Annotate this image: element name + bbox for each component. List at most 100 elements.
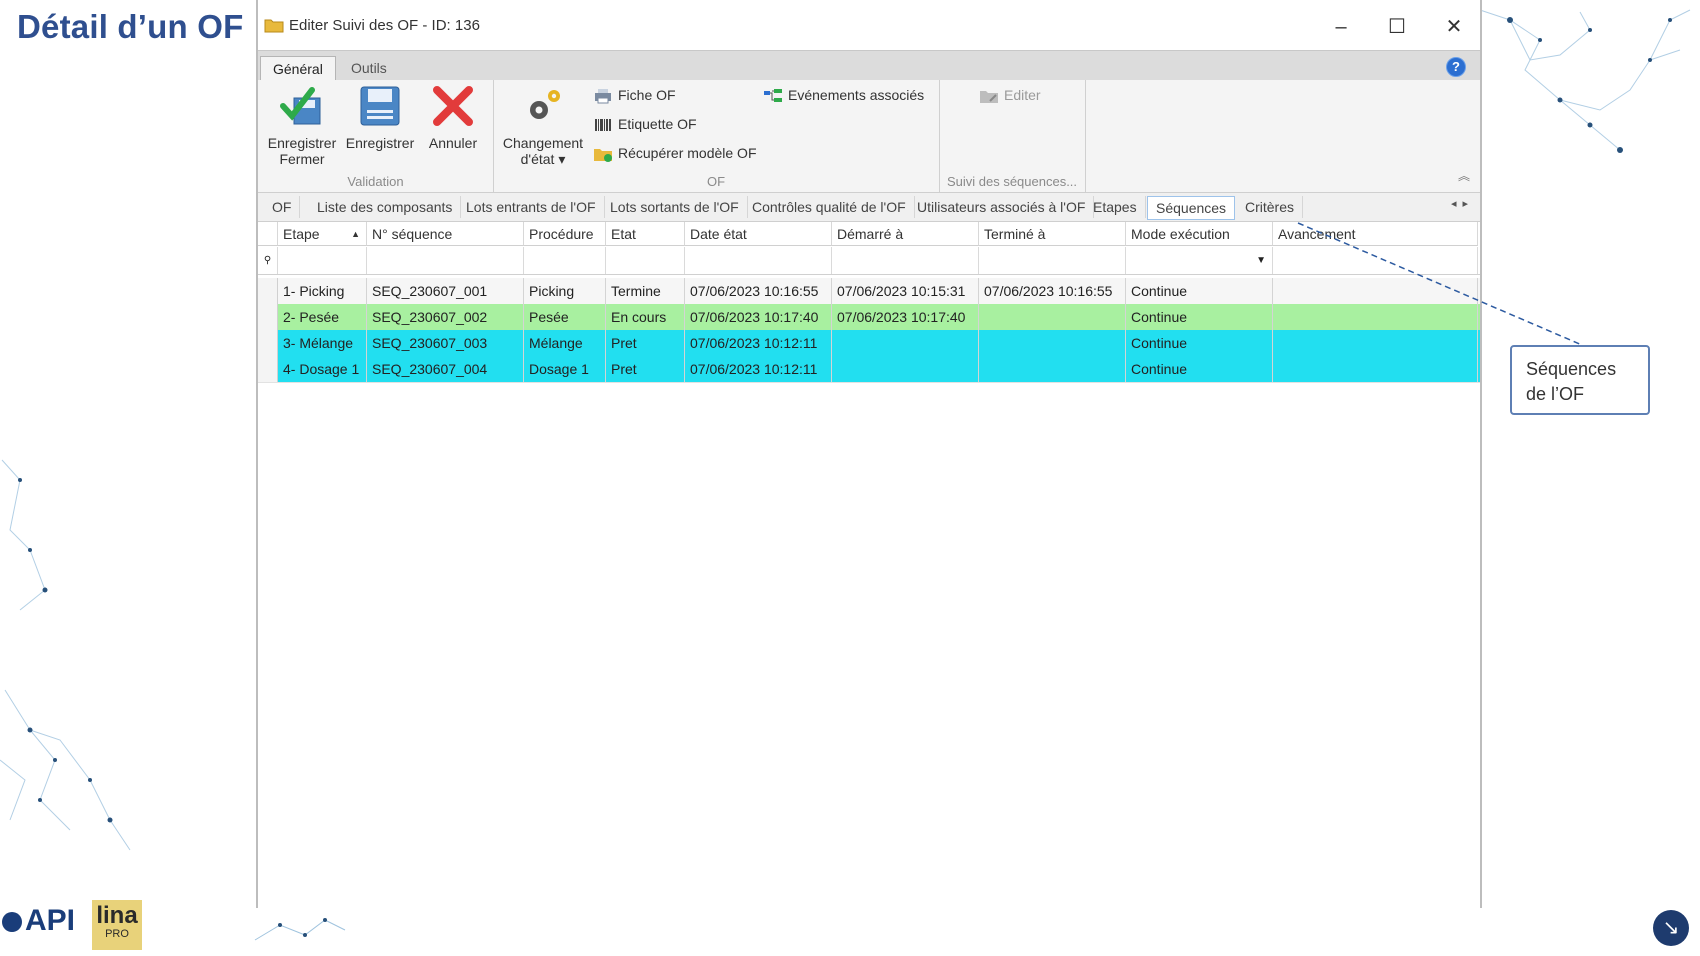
row-indicator[interactable] <box>258 356 278 382</box>
tab-of[interactable]: OF <box>264 196 301 218</box>
fiche-of-button[interactable]: Fiche OF <box>593 84 676 106</box>
recuperer-modele-button[interactable]: Récupérer modèle OF <box>593 142 757 164</box>
collapse-ribbon-icon[interactable]: ︽ <box>1458 167 1470 184</box>
tab-etapes[interactable]: Etapes <box>1085 196 1146 218</box>
cell-etat[interactable]: Termine <box>606 278 685 304</box>
cell-date-etat[interactable]: 07/06/2023 10:12:11 <box>685 330 832 356</box>
cell-etat[interactable]: Pret <box>606 356 685 382</box>
column-header-mode[interactable]: Mode exécution <box>1126 222 1273 246</box>
column-header-date-etat[interactable]: Date état <box>685 222 832 246</box>
filter-date-etat[interactable] <box>685 247 832 274</box>
cell-procedure[interactable]: Pesée <box>524 304 606 330</box>
sort-ascending-icon: ▲ <box>351 229 360 239</box>
filter-termine[interactable] <box>979 247 1126 274</box>
corner-arrow-button[interactable]: ↘ <box>1653 910 1689 946</box>
column-header-sequence[interactable]: N° séquence <box>367 222 524 246</box>
save-close-label-2: Fermer <box>279 151 325 167</box>
editer-button[interactable]: Editer <box>979 84 1041 106</box>
ribbon-tab-outils[interactable]: Outils <box>339 56 399 81</box>
filter-procedure[interactable] <box>524 247 606 274</box>
red-cross-icon <box>433 86 473 126</box>
tab-controles-qualite[interactable]: Contrôles qualité de l'OF <box>744 196 915 218</box>
cell-etape[interactable]: 4- Dosage 1 <box>278 356 367 382</box>
cell-sequence[interactable]: SEQ_230607_002 <box>367 304 524 330</box>
cell-date-etat[interactable]: 07/06/2023 10:12:11 <box>685 356 832 382</box>
etiquette-of-button[interactable]: Etiquette OF <box>593 113 697 135</box>
cell-mode[interactable]: Continue <box>1126 356 1273 382</box>
tab-lots-sortants[interactable]: Lots sortants de l'OF <box>602 196 748 218</box>
column-header-procedure[interactable]: Procédure <box>524 222 606 246</box>
grid-row-indicator-header <box>258 222 278 246</box>
save-close-label-1: Enregistrer <box>267 135 337 151</box>
cell-termine[interactable] <box>979 356 1126 382</box>
cell-demarre[interactable]: 07/06/2023 10:17:40 <box>832 304 979 330</box>
filter-etape[interactable] <box>278 247 367 274</box>
minimize-button[interactable]: – <box>1321 10 1361 44</box>
tab-utilisateurs-associes[interactable]: Utilisateurs associés à l'OF <box>909 196 1095 218</box>
recuperer-modele-label: Récupérer modèle OF <box>618 145 757 161</box>
filter-sequence[interactable] <box>367 247 524 274</box>
column-header-demarre[interactable]: Démarré à <box>832 222 979 246</box>
cell-termine[interactable] <box>979 304 1126 330</box>
cell-etape[interactable]: 1- Picking <box>278 278 367 304</box>
decorative-network-bottom <box>254 918 346 941</box>
tab-liste-composants[interactable]: Liste des composants <box>309 196 462 218</box>
cell-etape[interactable]: 3- Mélange <box>278 330 367 356</box>
cell-sequence[interactable]: SEQ_230607_004 <box>367 356 524 382</box>
ribbon-group-of: Changement d'état ▾ Fiche OF Etiquette O… <box>493 80 940 192</box>
cell-avancement[interactable] <box>1273 356 1478 382</box>
cell-termine[interactable]: 07/06/2023 10:16:55 <box>979 278 1126 304</box>
cell-sequence[interactable]: SEQ_230607_001 <box>367 278 524 304</box>
tab-scroll-arrows[interactable]: ◂▸ <box>1451 197 1474 210</box>
tab-lots-entrants[interactable]: Lots entrants de l'OF <box>458 196 605 218</box>
cell-procedure[interactable]: Dosage 1 <box>524 356 606 382</box>
callout-line-2: de l’OF <box>1526 384 1585 404</box>
column-header-etat[interactable]: Etat <box>606 222 685 246</box>
callout-pointer <box>1297 222 1583 346</box>
cell-sequence[interactable]: SEQ_230607_003 <box>367 330 524 356</box>
cell-termine[interactable] <box>979 330 1126 356</box>
cell-date-etat[interactable]: 07/06/2023 10:16:55 <box>685 278 832 304</box>
column-header-termine[interactable]: Terminé à <box>979 222 1126 246</box>
save-close-button[interactable]: Enregistrer Fermer <box>262 84 342 167</box>
cancel-button[interactable]: Annuler <box>418 84 488 151</box>
change-state-label-1: Changement <box>502 135 584 151</box>
row-indicator[interactable] <box>258 304 278 330</box>
row-indicator[interactable] <box>258 330 278 356</box>
save-button[interactable]: Enregistrer <box>344 84 416 151</box>
lina-logo-text: lina <box>96 902 138 929</box>
close-button[interactable]: ✕ <box>1434 10 1474 44</box>
filter-etat[interactable] <box>606 247 685 274</box>
cell-demarre[interactable]: 07/06/2023 10:15:31 <box>832 278 979 304</box>
change-state-label-2: d'état ▾ <box>520 151 566 167</box>
cell-demarre[interactable] <box>832 330 979 356</box>
evenements-associes-button[interactable]: Evénements associés <box>763 84 924 106</box>
row-indicator[interactable] <box>258 278 278 304</box>
chevron-down-icon[interactable]: ▼ <box>1256 247 1266 274</box>
filter-mode[interactable]: ▼ <box>1126 247 1273 274</box>
cell-mode[interactable]: Continue <box>1126 278 1273 304</box>
cell-procedure[interactable]: Mélange <box>524 330 606 356</box>
editer-label: Editer <box>1004 87 1041 103</box>
tab-sequences[interactable]: Séquences <box>1147 196 1236 220</box>
change-state-button[interactable]: Changement d'état ▾ <box>501 84 585 167</box>
filter-demarre[interactable] <box>832 247 979 274</box>
cell-etape[interactable]: 2- Pesée <box>278 304 367 330</box>
ribbon-tab-bar: Général Outils ? <box>258 50 1480 82</box>
cell-mode[interactable]: Continue <box>1126 304 1273 330</box>
ribbon-tab-general[interactable]: Général <box>260 56 336 82</box>
help-icon[interactable]: ? <box>1446 57 1466 77</box>
save-label: Enregistrer <box>345 135 415 151</box>
folder-icon <box>264 19 284 33</box>
filter-pin-icon[interactable]: ⚲ <box>258 247 278 274</box>
maximize-button[interactable]: ☐ <box>1377 10 1417 44</box>
cell-date-etat[interactable]: 07/06/2023 10:17:40 <box>685 304 832 330</box>
slide-title: Détail d’un OF <box>17 8 244 45</box>
table-row[interactable]: 4- Dosage 1 SEQ_230607_004 Dosage 1 Pret… <box>258 356 1480 383</box>
cell-demarre[interactable] <box>832 356 979 382</box>
cell-mode[interactable]: Continue <box>1126 330 1273 356</box>
column-header-etape[interactable]: Etape ▲ <box>278 222 367 246</box>
cell-procedure[interactable]: Picking <box>524 278 606 304</box>
cell-etat[interactable]: En cours <box>606 304 685 330</box>
cell-etat[interactable]: Pret <box>606 330 685 356</box>
